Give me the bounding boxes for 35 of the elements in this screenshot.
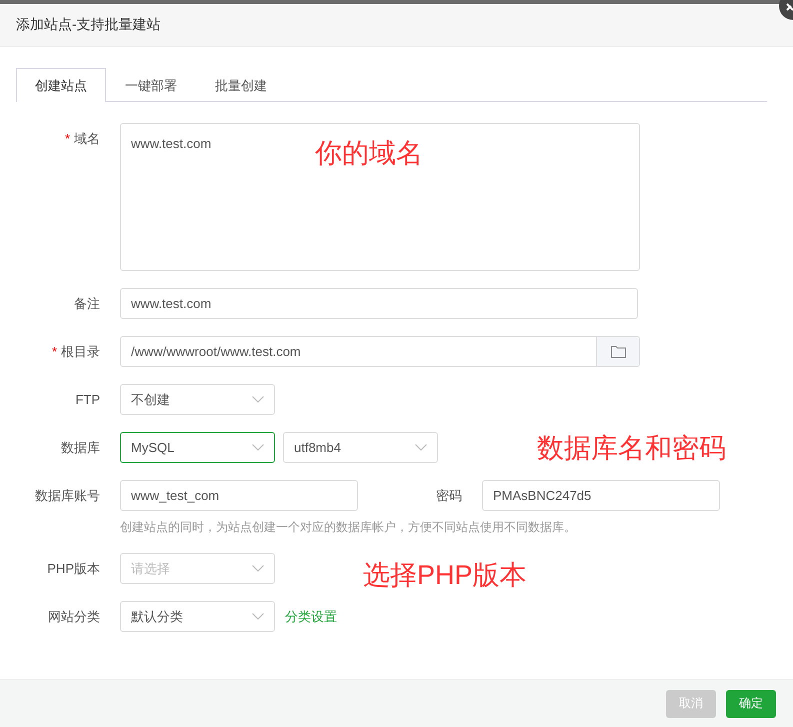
chevron-down-icon xyxy=(252,613,264,620)
tab[interactable]: 一键部署 xyxy=(106,68,196,102)
text-field[interactable]: www_test_com xyxy=(120,480,358,511)
dialog-title: 添加站点-支持批量建站 xyxy=(16,16,161,34)
tab[interactable]: 批量创建 xyxy=(196,68,286,102)
tab[interactable]: 创建站点 xyxy=(16,68,106,102)
field-label: 密码 xyxy=(435,486,463,504)
text-field[interactable]: www.test.com xyxy=(120,288,638,319)
path-field[interactable]: /www/wwwroot/www.test.com xyxy=(120,336,640,367)
field-label: 根目录 xyxy=(61,343,100,361)
password-field[interactable]: PMAsBNC247d5 xyxy=(482,480,720,511)
select-dropdown[interactable]: 默认分类 xyxy=(120,601,275,632)
folder-icon xyxy=(610,346,626,358)
annotation-text: 数据库名和密码 xyxy=(537,432,726,465)
field-label: PHP版本 xyxy=(47,560,100,578)
chevron-down-icon xyxy=(252,396,264,403)
select-dropdown[interactable]: MySQL xyxy=(120,432,275,463)
close-icon[interactable] xyxy=(777,0,793,21)
field-label: 网站分类 xyxy=(48,608,100,626)
chevron-down-icon xyxy=(252,565,264,572)
required-asterisk: * xyxy=(64,130,70,148)
chevron-down-icon xyxy=(415,444,427,451)
field-label: FTP xyxy=(75,391,100,409)
field-label: 域名 xyxy=(74,130,100,148)
field-label: 备注 xyxy=(74,295,100,313)
annotation-text: 你的域名 xyxy=(315,137,423,170)
required-asterisk: * xyxy=(52,343,57,361)
annotation-text: 选择PHP版本 xyxy=(363,559,527,592)
chevron-down-icon xyxy=(252,444,264,451)
help-text: 创建站点的同时，为站点创建一个对应的数据库帐户，方便不同站点使用不同数据库。 xyxy=(120,519,577,536)
folder-button[interactable] xyxy=(596,337,639,366)
field-label: 数据库 xyxy=(61,439,100,457)
select-dropdown[interactable]: utf8mb4 xyxy=(283,432,438,463)
select-dropdown[interactable]: 不创建 xyxy=(120,384,275,415)
field-label: 数据库账号 xyxy=(35,487,100,505)
